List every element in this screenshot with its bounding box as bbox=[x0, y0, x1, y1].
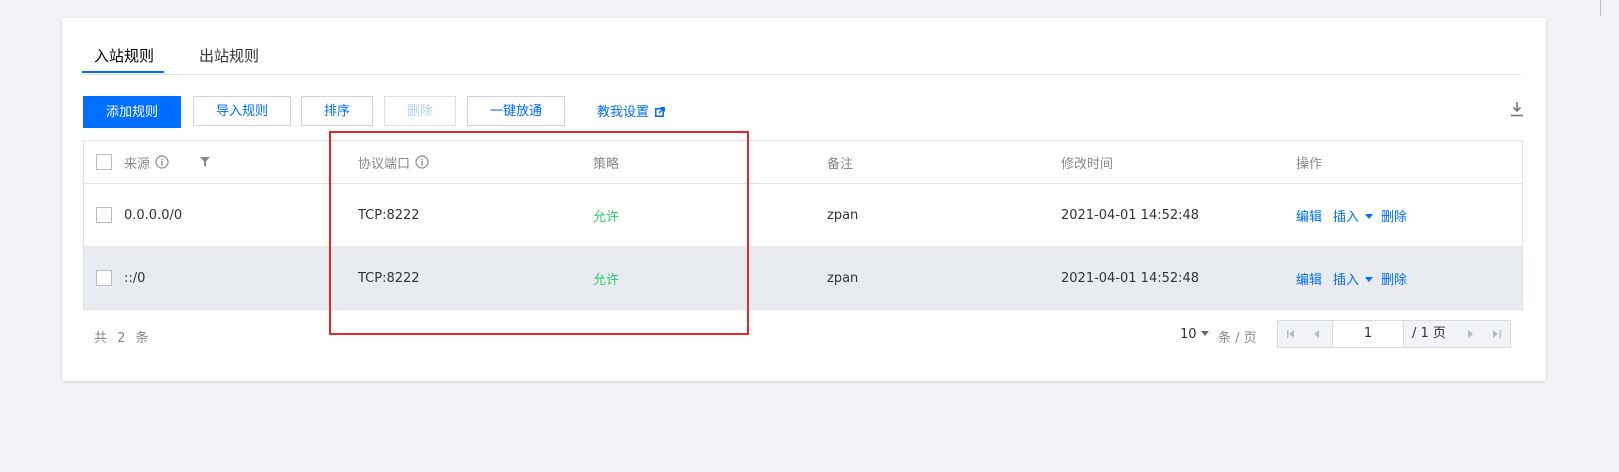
prev-page-icon[interactable] bbox=[1304, 321, 1330, 347]
table-row: 0.0.0.0/0 TCP:8222 允许 zpan 2021-04-01 14… bbox=[84, 184, 1522, 247]
add-rule-button[interactable]: 添加规则 bbox=[83, 96, 181, 128]
one-click-open-button[interactable]: 一键放通 bbox=[467, 96, 565, 126]
caret-down-icon bbox=[1365, 276, 1374, 282]
filter-icon[interactable] bbox=[200, 157, 210, 167]
first-page-icon[interactable] bbox=[1278, 321, 1304, 347]
port-cell: TCP:8222 bbox=[358, 207, 420, 223]
header-source: 来源 bbox=[124, 141, 169, 183]
modified-time-cell: 2021-04-01 14:52:48 bbox=[1061, 270, 1200, 286]
info-icon[interactable] bbox=[415, 155, 429, 169]
header-port-label: 协议端口 bbox=[358, 156, 411, 172]
tab-outbound-rules[interactable]: 出站规则 bbox=[199, 44, 259, 73]
edge-line bbox=[1600, 0, 1601, 16]
security-group-rules-card: 入站规则 出站规则 添加规则 导入规则 排序 删除 一键放通 教我设置 来源 协… bbox=[62, 18, 1546, 381]
delete-link[interactable]: 删除 bbox=[1381, 206, 1407, 225]
page-number-input[interactable]: 1 bbox=[1332, 320, 1404, 348]
import-rules-button[interactable]: 导入规则 bbox=[193, 96, 291, 126]
insert-dropdown[interactable]: 插入 bbox=[1333, 206, 1374, 225]
source-cell: ::/0 bbox=[124, 270, 146, 286]
header-source-label: 来源 bbox=[124, 156, 151, 172]
help-link-label: 教我设置 bbox=[597, 105, 650, 120]
external-link-icon bbox=[655, 107, 665, 117]
next-page-icon[interactable] bbox=[1458, 321, 1484, 347]
header-note: 备注 bbox=[827, 156, 854, 172]
actions-cell: 编辑 插入 删除 bbox=[1296, 247, 1407, 309]
sort-button[interactable]: 排序 bbox=[301, 96, 373, 126]
total-count: 共 2 条 bbox=[94, 331, 152, 346]
chevron-down-icon bbox=[1200, 331, 1209, 336]
tab-inbound-rules[interactable]: 入站规则 bbox=[81, 44, 165, 73]
note-cell: zpan bbox=[827, 207, 859, 223]
delete-button[interactable]: 删除 bbox=[384, 96, 456, 126]
total-pages: / 1 页 bbox=[1412, 326, 1446, 341]
rule-tabs: 入站规则 出站规则 bbox=[81, 44, 1521, 75]
note-cell: zpan bbox=[827, 270, 859, 286]
rules-table: 来源 协议端口 策略 备注 修改时间 操作 0.0.0.0/0 TCP:8222… bbox=[83, 140, 1523, 310]
insert-label: 插入 bbox=[1333, 209, 1360, 225]
download-icon[interactable] bbox=[1510, 101, 1524, 117]
row-checkbox[interactable] bbox=[96, 270, 112, 286]
insert-dropdown[interactable]: 插入 bbox=[1333, 269, 1374, 288]
caret-down-icon bbox=[1365, 213, 1374, 219]
header-policy: 策略 bbox=[593, 156, 620, 172]
policy-cell: 允许 bbox=[593, 272, 620, 288]
modified-time-cell: 2021-04-01 14:52:48 bbox=[1061, 207, 1200, 223]
page-size-value: 10 bbox=[1180, 327, 1197, 342]
edit-link[interactable]: 编辑 bbox=[1296, 269, 1322, 288]
help-link[interactable]: 教我设置 bbox=[597, 101, 665, 120]
insert-label: 插入 bbox=[1333, 272, 1360, 288]
last-page-icon[interactable] bbox=[1484, 321, 1510, 347]
pagination: 1 / 1 页 bbox=[1277, 320, 1511, 348]
header-modified-time: 修改时间 bbox=[1061, 156, 1114, 172]
header-actions: 操作 bbox=[1296, 156, 1323, 172]
policy-cell: 允许 bbox=[593, 209, 620, 225]
info-icon[interactable] bbox=[155, 155, 169, 169]
page-size-select[interactable]: 10 bbox=[1180, 327, 1209, 342]
row-checkbox[interactable] bbox=[96, 207, 112, 223]
toolbar: 添加规则 导入规则 排序 删除 一键放通 教我设置 bbox=[83, 96, 1524, 128]
source-cell: 0.0.0.0/0 bbox=[124, 207, 183, 223]
table-header: 来源 协议端口 策略 备注 修改时间 操作 bbox=[84, 141, 1522, 184]
select-all-checkbox[interactable] bbox=[96, 154, 112, 170]
port-cell: TCP:8222 bbox=[358, 270, 420, 286]
delete-link[interactable]: 删除 bbox=[1381, 269, 1407, 288]
table-row: ::/0 TCP:8222 允许 zpan 2021-04-01 14:52:4… bbox=[84, 247, 1522, 309]
header-port: 协议端口 bbox=[358, 141, 429, 183]
page-size-unit: 条 / 页 bbox=[1218, 331, 1257, 346]
actions-cell: 编辑 插入 删除 bbox=[1296, 184, 1407, 246]
edit-link[interactable]: 编辑 bbox=[1296, 206, 1322, 225]
